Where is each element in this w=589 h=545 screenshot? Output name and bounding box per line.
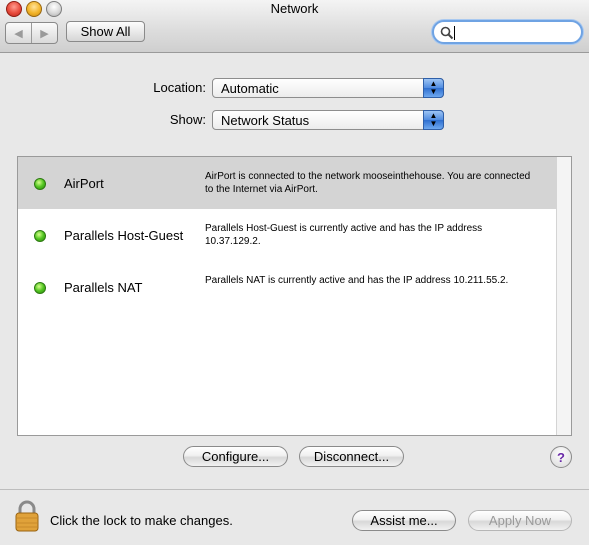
- service-name: Parallels NAT: [64, 280, 143, 295]
- service-description: Parallels NAT is currently active and ha…: [205, 275, 509, 286]
- status-green-icon: [34, 282, 46, 294]
- toolbar: Network ◀ ▶ Show All: [0, 0, 589, 53]
- status-row-airport[interactable]: AirPort AirPort is connected to the netw…: [18, 157, 557, 209]
- back-forward-control: ◀ ▶: [5, 22, 58, 44]
- show-label: Show:: [169, 112, 206, 127]
- popup-arrows-icon: ▲ ▼: [423, 78, 444, 98]
- show-all-button[interactable]: Show All: [66, 21, 145, 42]
- window-title: Network: [270, 1, 319, 16]
- footer-divider: [0, 489, 589, 490]
- status-row-parallels-nat[interactable]: Parallels NAT Parallels NAT is currently…: [18, 261, 557, 313]
- lock-icon[interactable]: [14, 500, 40, 532]
- search-field[interactable]: [432, 20, 583, 44]
- service-name: Parallels Host-Guest: [64, 228, 184, 243]
- back-button[interactable]: ◀: [6, 23, 31, 43]
- location-label: Location:: [153, 80, 206, 95]
- forward-button[interactable]: ▶: [31, 23, 57, 43]
- configure-button[interactable]: Configure...: [183, 446, 288, 467]
- network-status-list: AirPort AirPort is connected to the netw…: [17, 156, 572, 436]
- apply-now-button[interactable]: Apply Now: [468, 510, 572, 531]
- popup-arrows-icon: ▲ ▼: [423, 110, 444, 130]
- list-scrollbar[interactable]: [556, 157, 571, 435]
- text-caret: [454, 26, 455, 40]
- service-name: AirPort: [64, 176, 104, 191]
- status-green-icon: [34, 230, 46, 242]
- search-icon: [440, 26, 454, 40]
- service-description: AirPort is connected to the network moos…: [205, 171, 531, 195]
- status-row-parallels-host-guest[interactable]: Parallels Host-Guest Parallels Host-Gues…: [18, 209, 557, 261]
- service-description: Parallels Host-Guest is currently active…: [205, 223, 483, 247]
- location-value: Automatic: [221, 81, 279, 96]
- assist-me-button[interactable]: Assist me...: [352, 510, 456, 531]
- location-popup[interactable]: Automatic ▲ ▼: [212, 78, 444, 98]
- network-preferences-window: Network ◀ ▶ Show All Location: Automatic…: [0, 0, 589, 545]
- disconnect-button[interactable]: Disconnect...: [299, 446, 404, 467]
- help-button[interactable]: ?: [550, 446, 572, 468]
- show-popup[interactable]: Network Status ▲ ▼: [212, 110, 444, 130]
- forward-arrow-icon: ▶: [40, 27, 49, 40]
- show-value: Network Status: [221, 113, 310, 128]
- status-green-icon: [34, 178, 46, 190]
- lock-message: Click the lock to make changes.: [50, 513, 233, 528]
- back-arrow-icon: ◀: [14, 27, 23, 40]
- search-input[interactable]: [458, 24, 580, 42]
